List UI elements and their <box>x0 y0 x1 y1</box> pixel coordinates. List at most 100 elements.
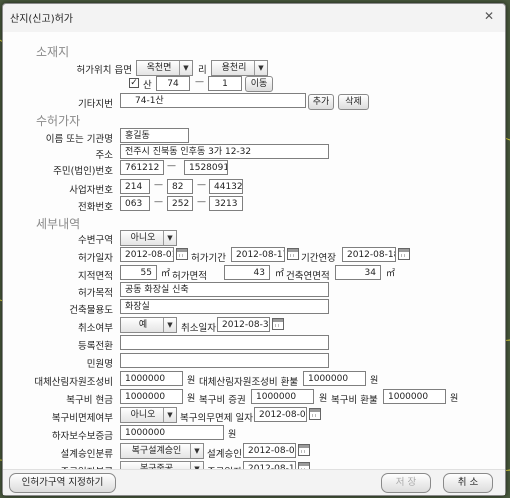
calendar-icon[interactable] <box>298 444 310 456</box>
ri-select[interactable]: 용천리 ▼ <box>211 60 268 76</box>
restore-cash-field[interactable]: 1000000 <box>120 389 183 404</box>
other-lot-field[interactable]: 74-1산 <box>120 93 306 108</box>
address-label: 주소 <box>95 150 113 161</box>
chevron-down-icon: ▼ <box>163 231 176 245</box>
phone-2[interactable]: 252 <box>167 196 193 211</box>
permit-date-label: 허가일자 <box>78 253 113 264</box>
biz-number-2[interactable]: 82 <box>167 179 193 194</box>
use-field[interactable]: 화장실 <box>120 299 329 314</box>
complaint-field[interactable] <box>120 353 329 368</box>
name-label: 이름 또는 기관명 <box>45 134 113 145</box>
cancel-status-select[interactable]: 예 ▼ <box>120 317 177 333</box>
period-label: 허가기간 <box>191 253 226 264</box>
chevron-down-icon: ▼ <box>163 318 176 332</box>
san-checkbox[interactable]: ✓ <box>129 78 139 88</box>
subst-refund-field[interactable]: 1000000 <box>303 371 366 386</box>
restore-cert-field[interactable]: 1000000 <box>251 389 314 404</box>
biz-number-1[interactable]: 214 <box>120 179 150 194</box>
section-location: 소재지 <box>36 45 70 59</box>
unit-won: 원 <box>187 376 196 386</box>
unit-m2: ㎡ <box>386 269 396 279</box>
chevron-down-icon: ▼ <box>190 444 203 458</box>
designate-zone-button[interactable]: 인허가구역 지정하기 <box>9 473 116 493</box>
phone-label: 전화번호 <box>78 202 113 213</box>
dialog-body: 소재지 허가위치 읍면 옥천면 ▼ 리 용천리 ▼ ✓ 산 74 — 1 이동 … <box>3 32 505 495</box>
main-number-field[interactable]: 74 <box>156 76 190 91</box>
calendar-icon[interactable] <box>176 248 188 260</box>
other-lot-label: 기타지번 <box>78 99 113 110</box>
permit-area-label: 허가면적 <box>172 271 207 282</box>
save-button[interactable]: 저 장 <box>381 473 431 493</box>
area-label: 지적면적 <box>78 271 113 282</box>
cancel-date-field[interactable]: 2012-08-31 <box>217 317 270 332</box>
permit-date-field[interactable]: 2012-08-01 <box>120 247 174 262</box>
permit-dialog: 산지(신고)허가 ✕ 소재지 허가위치 읍면 옥천면 ▼ 리 용천리 ▼ ✓ 산… <box>2 3 506 496</box>
delete-button[interactable]: 삭제 <box>338 94 369 110</box>
separator-dash: — <box>154 197 163 207</box>
design-approval-date[interactable]: 2012-08-08 <box>243 443 296 458</box>
period-field[interactable]: 2012-08-17 <box>231 247 285 262</box>
section-applicant: 수허가자 <box>36 114 81 128</box>
biz-number-label: 사업자번호 <box>69 185 113 196</box>
restore-refund-label: 복구비 환불 <box>331 395 378 406</box>
id-number-label: 주민(법인)번호 <box>53 166 113 177</box>
use-label: 건축물용도 <box>69 305 113 316</box>
subst-fee-field[interactable]: 1000000 <box>120 371 183 386</box>
sub-number-field[interactable]: 1 <box>208 76 242 91</box>
unit-won: 원 <box>228 430 237 440</box>
phone-1[interactable]: 063 <box>120 196 150 211</box>
chevron-down-icon: ▼ <box>254 61 267 75</box>
unit-won: 원 <box>319 394 328 404</box>
permit-area-field[interactable]: 43 <box>224 265 270 280</box>
calendar-icon[interactable] <box>309 408 321 420</box>
dialog-footer: 인허가구역 지정하기 저 장 취 소 <box>3 469 505 495</box>
biz-number-3[interactable]: 44132 <box>209 179 243 194</box>
chevron-down-icon: ▼ <box>179 61 192 75</box>
eup-label: 허가위치 읍면 <box>76 65 132 76</box>
id-number-back[interactable]: 1528091 <box>184 160 228 175</box>
id-number-front[interactable]: 761212 <box>120 160 164 175</box>
address-field[interactable]: 전주시 진북동 인후동 3가 12-32 <box>120 144 329 159</box>
move-button[interactable]: 이동 <box>245 76 273 92</box>
section-detail: 세부내역 <box>36 217 81 231</box>
subst-fee-label: 대체산림자원조성비 <box>34 377 113 388</box>
separator-dash: — <box>197 180 206 190</box>
restore-refund-field[interactable]: 1000000 <box>383 389 446 404</box>
restore-exempt-select[interactable]: 아니오 ▼ <box>120 407 177 423</box>
calendar-icon[interactable] <box>398 248 410 260</box>
extend-field[interactable]: 2012-08-18 <box>342 247 396 262</box>
calendar-icon[interactable] <box>272 318 284 330</box>
phone-3[interactable]: 3213 <box>209 196 243 211</box>
separator-dash: — <box>195 77 204 87</box>
purpose-field[interactable]: 공동 화장실 신축 <box>120 282 329 297</box>
unit-won: 원 <box>370 376 379 386</box>
sugyeon-select[interactable]: 아니오 ▼ <box>120 230 177 246</box>
sugyeon-value: 아니오 <box>130 233 156 243</box>
chevron-down-icon: ▼ <box>163 408 176 422</box>
separator-dash: — <box>154 180 163 190</box>
eup-value: 옥천면 <box>146 63 172 73</box>
defect-deposit-label: 하자보수보증금 <box>51 431 113 442</box>
sugyeon-label: 수변구역 <box>78 235 113 246</box>
convert-label: 등록전환 <box>78 341 113 352</box>
build-area-field[interactable]: 34 <box>335 265 381 280</box>
area-field[interactable]: 55 <box>120 265 157 280</box>
restore-exempt-value: 아니오 <box>130 410 156 420</box>
ri-label: 리 <box>198 65 207 76</box>
restore-duty-date-label: 복구의무면제 일자 <box>180 413 253 424</box>
cancel-status-value: 예 <box>138 320 148 330</box>
cancel-date-label: 취소일자 <box>181 323 216 334</box>
name-field[interactable]: 홍길동 <box>120 128 189 143</box>
restore-duty-date-field[interactable]: 2012-08-07 <box>254 407 307 422</box>
convert-field[interactable] <box>120 335 329 350</box>
calendar-icon[interactable] <box>287 248 299 260</box>
unit-m2: ㎡ <box>275 269 285 279</box>
design-class-select[interactable]: 복구설계승인 ▼ <box>120 443 204 459</box>
eup-select[interactable]: 옥천면 ▼ <box>136 60 193 76</box>
defect-deposit-field[interactable]: 1000000 <box>120 425 224 440</box>
extend-label: 기간연장 <box>301 253 336 264</box>
cancel-button[interactable]: 취 소 <box>443 473 493 493</box>
add-button[interactable]: 추가 <box>308 94 334 110</box>
close-icon[interactable]: ✕ <box>484 9 494 23</box>
design-class-label: 설계승인분류 <box>60 449 113 460</box>
